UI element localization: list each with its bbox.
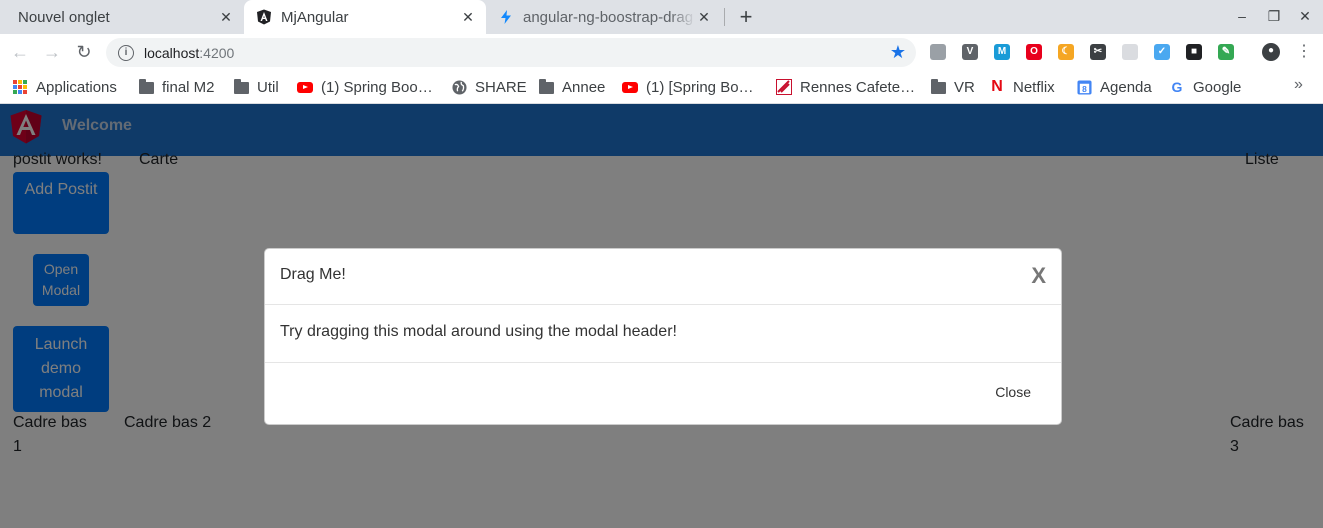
svg-text:8: 8	[1082, 84, 1087, 94]
bookmark-util[interactable]: Util	[233, 76, 279, 98]
m-extension-icon[interactable]: M	[994, 44, 1010, 60]
cafeteria-icon	[776, 79, 792, 95]
bookmark-spring-boot-2[interactable]: (1) [Spring Bo…	[622, 76, 754, 98]
bookmark-vr[interactable]: VR	[930, 76, 975, 98]
profile-avatar[interactable]: ●	[1262, 43, 1280, 61]
modal-body: Try dragging this modal around using the…	[265, 306, 1061, 362]
modal-header-drag-handle[interactable]: Drag Me! X	[265, 249, 1061, 305]
navbar-overlay	[0, 104, 1323, 156]
tab-title: Nouvel onglet	[18, 8, 110, 26]
apps-grid-icon	[12, 79, 28, 95]
browser-toolbar: ← → ↻ i localhost:4200 ★ V M O ☾ ✂ ✓ ■ ✎ ● ⋮	[0, 34, 1323, 70]
bookmark-agenda[interactable]: 8 Agenda	[1076, 76, 1152, 98]
bookmark-final-m2[interactable]: final M2	[138, 76, 215, 98]
forward-arrow-icon[interactable]: →	[42, 42, 62, 62]
modal-close-x-button[interactable]: X	[1031, 263, 1046, 289]
tab-close-icon[interactable]: ✕	[460, 9, 476, 25]
tab-close-icon[interactable]: ✕	[696, 9, 712, 25]
bird-extension-icon[interactable]: ✓	[1154, 44, 1170, 60]
minimize-icon[interactable]: –	[1234, 8, 1250, 24]
tab-close-icon[interactable]: ✕	[218, 9, 234, 25]
maximize-icon[interactable]: ❐	[1266, 8, 1282, 24]
netflix-icon: N	[991, 78, 1003, 95]
google-icon: G	[1171, 79, 1183, 95]
new-tab-button[interactable]: +	[736, 6, 756, 28]
url-host: localhost	[144, 44, 200, 61]
bookmark-annee[interactable]: Annee	[538, 76, 605, 98]
bookmark-label: Agenda	[1100, 78, 1152, 96]
youtube-icon	[622, 79, 638, 95]
calendar-icon: 8	[1076, 79, 1092, 95]
site-info-icon[interactable]: i	[118, 44, 134, 61]
bookmark-label: SHARE	[475, 78, 527, 96]
window-close-icon[interactable]: ✕	[1297, 8, 1313, 24]
bookmark-netflix[interactable]: N Netflix	[989, 76, 1055, 98]
bookmark-google[interactable]: G Google	[1169, 76, 1242, 98]
youtube-icon	[297, 79, 313, 95]
cube-extension-icon[interactable]: ■	[1186, 44, 1202, 60]
address-url[interactable]: localhost:4200	[144, 45, 234, 61]
shield-extension-icon[interactable]	[930, 44, 946, 60]
folder-icon	[538, 79, 554, 95]
folder-icon	[233, 79, 249, 95]
modal-close-button[interactable]: Close	[995, 384, 1031, 400]
bookmark-star-icon[interactable]: ★	[890, 43, 906, 61]
tab-title: angular-ng-boostrap-drag	[523, 8, 694, 26]
stackblitz-favicon-icon	[498, 9, 514, 25]
bookmark-rennes-cafeteria[interactable]: Rennes Cafete…	[776, 76, 915, 98]
angular-favicon-icon	[256, 9, 272, 25]
bookmark-label: Rennes Cafete…	[800, 78, 916, 96]
bookmark-label: (1) [Spring Bo…	[646, 78, 754, 96]
tab-strip: Nouvel onglet ✕ MjAngular ✕ angular-ng-b…	[0, 0, 1323, 34]
grid-extension-icon[interactable]	[1122, 44, 1138, 60]
bookmark-label: (1) Spring Boo…	[321, 78, 433, 96]
bookmark-spring-boot-1[interactable]: (1) Spring Boo…	[297, 76, 433, 98]
address-bar[interactable]: i localhost:4200 ★	[106, 38, 916, 67]
bookmark-label: Annee	[562, 78, 606, 96]
tab-nouvel-onglet[interactable]: Nouvel onglet ✕	[6, 0, 244, 34]
bookmark-label: Google	[1193, 78, 1242, 96]
tab-mjangular[interactable]: MjAngular ✕	[244, 0, 486, 34]
moon-extension-icon[interactable]: ☾	[1058, 44, 1074, 60]
tool-extension-icon[interactable]: ✂	[1090, 44, 1106, 60]
bookmark-label: final M2	[162, 78, 215, 96]
tab-angular-ng-bootstrap[interactable]: angular-ng-boostrap-drag ✕	[486, 0, 722, 34]
tab-title: MjAngular	[281, 8, 349, 26]
v-extension-icon[interactable]: V	[962, 44, 978, 60]
opera-extension-icon[interactable]: O	[1026, 44, 1042, 60]
bookmark-label: Netflix	[1013, 78, 1055, 96]
bookmark-label: VR	[954, 78, 975, 96]
folder-icon	[138, 79, 154, 95]
globe-icon	[451, 79, 467, 95]
back-arrow-icon[interactable]: ←	[10, 42, 30, 62]
drag-modal: Drag Me! X Try dragging this modal aroun…	[264, 248, 1062, 425]
modal-body-text: Try dragging this modal around using the…	[280, 323, 677, 340]
modal-title: Drag Me!	[280, 266, 346, 283]
folder-icon	[930, 79, 946, 95]
bookmark-label: Applications	[36, 78, 117, 96]
tab-separator	[724, 8, 725, 26]
color-extension-icon[interactable]: ✎	[1218, 44, 1234, 60]
bookmarks-bar: Applications final M2 Util (1) Spring Bo…	[0, 70, 1323, 104]
bookmark-applications[interactable]: Applications	[12, 76, 117, 98]
bookmark-share[interactable]: SHARE	[451, 76, 527, 98]
browser-menu-icon[interactable]: ⋮	[1296, 43, 1312, 61]
bookmark-label: Util	[257, 78, 279, 96]
more-bookmarks-icon[interactable]: »	[1294, 76, 1303, 94]
modal-footer: Close	[265, 362, 1061, 424]
reload-icon[interactable]: ↻	[74, 42, 94, 62]
url-port: :4200	[199, 44, 235, 61]
